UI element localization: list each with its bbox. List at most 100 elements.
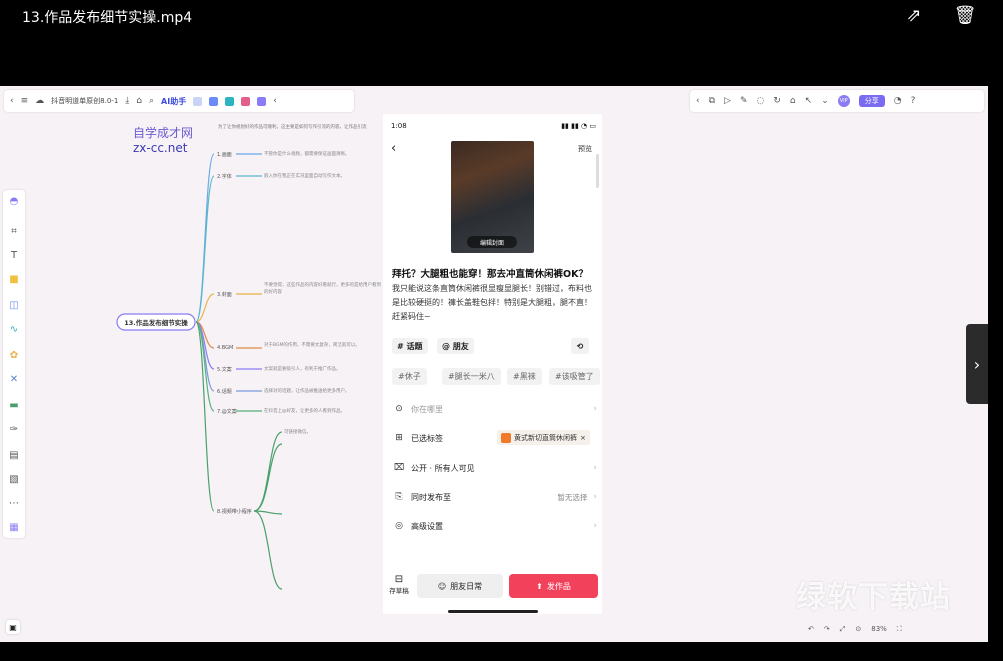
location-row[interactable]: ⊙ 你在哪里 › <box>392 398 597 420</box>
palette-icon[interactable]: ✿ <box>7 348 21 362</box>
branch-note: 对于BGM的作用，不需要太复杂，简洁就可以。 <box>264 343 360 348</box>
scrollbar[interactable] <box>596 154 599 188</box>
help-icon[interactable]: ? <box>911 96 916 106</box>
mindmap-top-note: 为了让你规划好的作品可顺利，这主要是如何写作引流的内容，让作品引流 <box>218 125 367 130</box>
format-icon[interactable] <box>209 96 219 106</box>
topic-chip[interactable]: # 话题 <box>392 338 428 354</box>
share-link-icon[interactable] <box>225 96 235 106</box>
refresh-icon[interactable]: ⟲ <box>571 338 589 354</box>
hashtag-chip[interactable]: #黑袜 <box>507 368 542 385</box>
edit-cover-button[interactable]: 编辑封面 <box>467 236 517 248</box>
line-icon[interactable]: ▬ <box>7 398 21 412</box>
avatar[interactable]: VIP <box>837 95 850 107</box>
chevron-left-icon[interactable]: ‹ <box>273 96 277 106</box>
cursor-icon[interactable]: ↖ <box>805 96 813 106</box>
tag-icon[interactable]: ⌂ <box>136 96 142 106</box>
crop-icon[interactable]: ⌗ <box>7 224 21 238</box>
branch-label[interactable]: 6.话题 <box>217 388 232 395</box>
hashtag-chip[interactable]: #休子 <box>392 368 427 385</box>
advanced-settings-row[interactable]: ◎ 高级设置 › <box>392 515 597 537</box>
zoom-level[interactable]: 83% <box>871 625 887 633</box>
table-icon[interactable]: ▤ <box>7 448 21 462</box>
mindmap-icon[interactable]: ✕ <box>7 372 21 386</box>
publish-button[interactable]: ⬆ 发作品 <box>509 574 598 598</box>
image-icon[interactable]: ▧ <box>7 472 21 486</box>
chevron-left-icon[interactable]: ‹ <box>696 96 700 106</box>
save-draft-button[interactable]: ⊟ 存草稿 <box>388 574 410 595</box>
ai-assistant-button[interactable]: AI助手 <box>161 96 186 107</box>
template-icon[interactable] <box>193 96 203 106</box>
branch-label[interactable]: 2.字体 <box>217 173 232 180</box>
row-value: 暂无选择 <box>557 492 588 502</box>
selected-tag-chip[interactable]: 黄式新切直筒休闲裤 × <box>497 430 590 445</box>
location-icon[interactable]: ⊙ <box>855 625 861 633</box>
more-icon[interactable]: ⋯ <box>7 496 21 510</box>
branch-label[interactable]: 7.@文案 <box>217 408 237 415</box>
bank-icon[interactable]: ⌂ <box>790 96 796 106</box>
play-icon[interactable]: ▷ <box>724 96 731 106</box>
preview-button[interactable]: 预览 <box>578 144 592 154</box>
fit-icon[interactable]: ⤢ <box>840 625 846 634</box>
visibility-row[interactable]: ⌧ 公开 · 所有人可见 › <box>392 457 597 479</box>
share-button[interactable]: 分享 <box>858 95 885 107</box>
doc-title[interactable]: 抖音明道单原创8.0-1 <box>51 96 118 106</box>
branch-note: 嵌入你在我正在实况里面自动写作文本。 <box>264 174 345 179</box>
pen-icon[interactable]: ✑ <box>7 422 21 436</box>
mindmap-root[interactable]: 13.作品发布细节实操 <box>118 317 194 327</box>
fullscreen-icon[interactable]: ⛶ <box>897 625 902 634</box>
sync-row[interactable]: ⎘ 同时发布至 暂无选择 › <box>392 486 597 508</box>
apps-icon[interactable]: ▦ <box>7 520 21 534</box>
copy-icon[interactable]: ⧉ <box>709 96 715 106</box>
bell-icon[interactable]: ◔ <box>894 96 902 106</box>
branch-label[interactable]: 8.视频带小程序 <box>217 508 252 515</box>
download-icon[interactable]: ⤓ <box>125 96 129 106</box>
post-title[interactable]: 拜托？大腿粗也能穿！那去冲直筒休闲裤OK？ <box>392 266 597 280</box>
chevron-right-icon: › <box>593 521 597 531</box>
branch-note: 文案就是要吸引人，有利于推广作品。 <box>264 367 341 372</box>
branch-label[interactable]: 3.封面 <box>217 291 232 298</box>
external-link-icon[interactable]: ⇗ <box>903 4 925 26</box>
collapse-icon[interactable]: ⌄ <box>821 96 829 106</box>
row-label: 已选标签 <box>411 433 443 443</box>
back-button[interactable]: ‹ <box>391 141 396 156</box>
friends-daily-button[interactable]: ☺ 朋友日常 <box>417 574 503 598</box>
video-frame: 13.作品发布细节实操 为了让你规划好的作品可顺利，这主要是如何写作引流的内容，… <box>0 86 988 642</box>
search-icon[interactable]: ⌕ <box>149 96 154 106</box>
theme-icon[interactable]: ◓ <box>7 194 21 208</box>
branch-label[interactable]: 1.画面 <box>217 151 232 158</box>
layout-icon[interactable] <box>257 96 267 106</box>
video-player-titlebar: 13.作品发布细节实操.mp4 ⇗ 🗑 <box>0 0 1003 34</box>
chevron-right-icon[interactable]: › <box>966 324 988 404</box>
upload-icon: ⬆ <box>536 581 543 591</box>
curve-icon[interactable]: ∿ <box>7 322 21 336</box>
mention-chip[interactable]: @ 朋友 <box>437 338 474 354</box>
location-icon: ⊙ <box>395 404 403 414</box>
undo-icon[interactable]: ↶ <box>808 625 814 633</box>
video-cover[interactable]: 编辑封面 <box>451 141 534 253</box>
post-body[interactable]: 我只能说这条直筒休闲裤很显瘦显腿长！别错过，布料也是比较硬挺的！褲长盖鞋包拌！特… <box>392 282 597 324</box>
friend-label: 朋友日常 <box>450 581 483 591</box>
branch-label[interactable]: 4.BGM <box>217 345 233 351</box>
menu-icon[interactable]: ≡ <box>21 96 29 106</box>
minimap-icon[interactable]: ▣ <box>6 620 20 634</box>
style-icon[interactable] <box>241 96 251 106</box>
comment-icon[interactable]: ◌ <box>757 96 765 106</box>
text-icon[interactable]: T <box>7 248 21 262</box>
branch-note: 不要觉得，这些作品的内容好看就行，更多的是给用户看到的好内容 <box>264 283 381 295</box>
sticky-note-icon[interactable]: ■ <box>7 272 21 286</box>
hashtag-chip[interactable]: #该吸管了 <box>549 368 600 385</box>
watermark-line2: zx-cc.net <box>133 141 188 155</box>
phone-screen: 1:08 ▮▮ ▮▮ ◔ ▭ ‹ 预览 编辑封面 拜托？大腿粗也能穿！那去冲直筒… <box>383 114 602 614</box>
branch-note: 选择对的话题，让作品被推送给更多用户。 <box>264 389 350 394</box>
back-icon[interactable]: ‹ <box>10 96 14 106</box>
shape-icon[interactable]: ◫ <box>7 298 21 312</box>
redo-icon[interactable]: ↷ <box>824 625 830 633</box>
branch-label[interactable]: 5.文案 <box>217 366 232 373</box>
history-icon[interactable]: ↻ <box>773 96 781 106</box>
row-label: 同时发布至 <box>411 492 451 502</box>
sync-icon: ⎘ <box>395 492 403 502</box>
trash-icon[interactable]: 🗑 <box>954 4 977 26</box>
hashtag-chip[interactable]: #腿长一米八 <box>442 368 501 385</box>
close-icon[interactable]: × <box>580 434 586 442</box>
brush-icon[interactable]: ✎ <box>740 96 748 106</box>
